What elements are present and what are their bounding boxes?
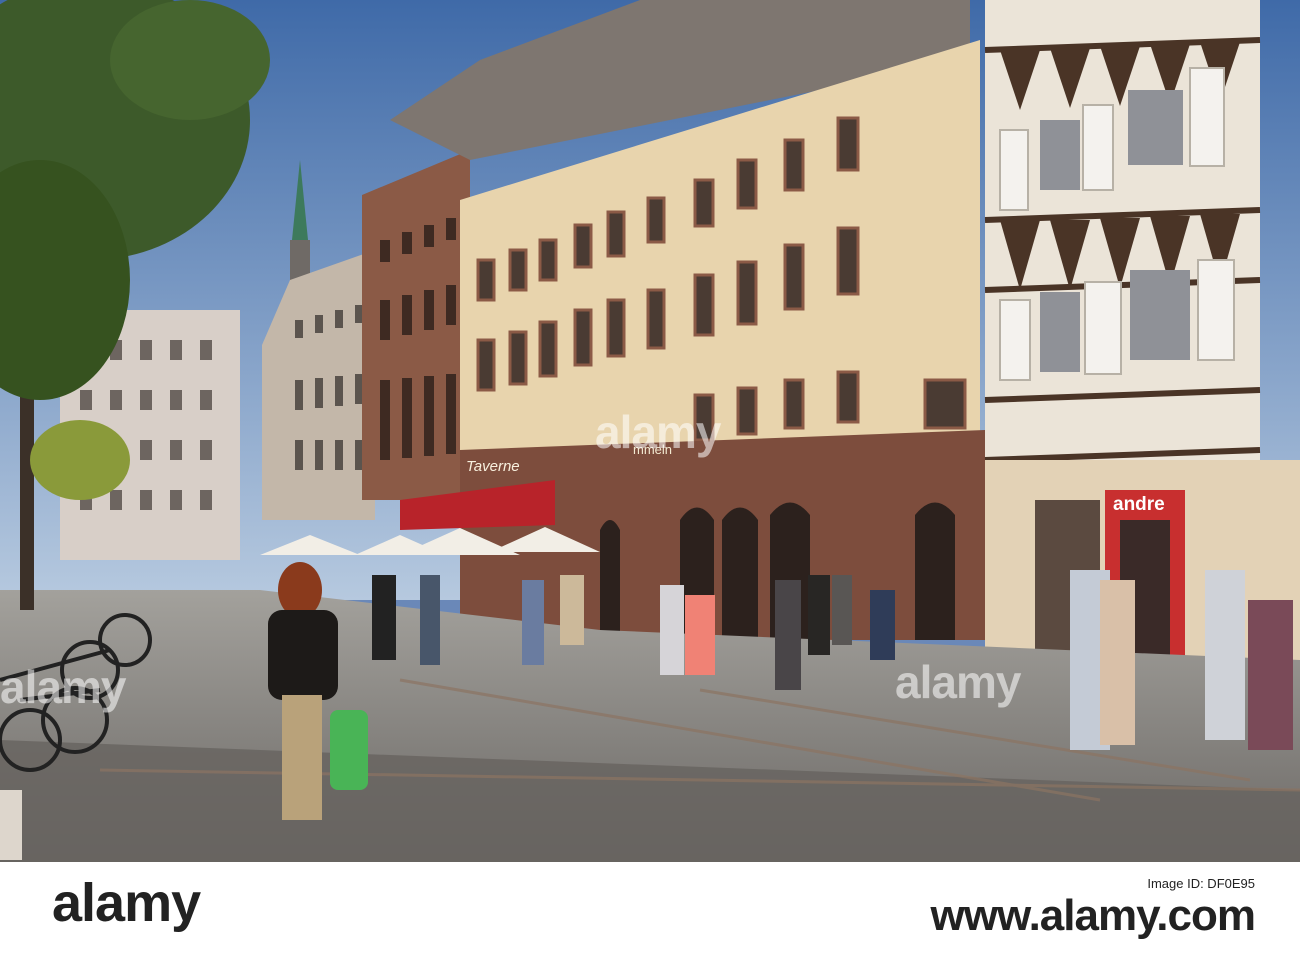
restaurant-sign: Taverne <box>466 458 520 475</box>
brand-logo: alamy <box>52 873 201 933</box>
shop-sign: andre <box>1113 494 1165 515</box>
image-id-caption: Image ID: DF0E95 <box>1147 876 1255 891</box>
image-id: www.alamy.com <box>930 891 1256 940</box>
image-id-block: Image ID: DF0E95 www.alamy.com <box>930 876 1256 941</box>
scene-illustration <box>0 0 1300 862</box>
street-scene-photo: andre Taverne mmeln alamy alamy alamy <box>0 0 1300 862</box>
store-sign: mmeln <box>633 442 673 457</box>
